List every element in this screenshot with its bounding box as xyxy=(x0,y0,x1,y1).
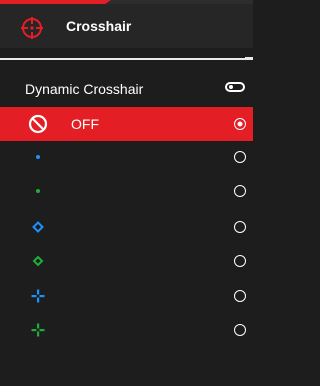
dynamic-crosshair-toggle[interactable] xyxy=(225,82,245,92)
diamond-crosshair-icon xyxy=(32,255,44,267)
diamond-crosshair-icon xyxy=(32,221,44,233)
radio-button[interactable] xyxy=(234,290,246,302)
header-divider xyxy=(0,58,253,60)
header-bar: Crosshair xyxy=(0,0,253,48)
accent-line xyxy=(0,0,253,4)
radio-button[interactable] xyxy=(234,151,246,163)
option-dot-blue[interactable] xyxy=(0,140,253,174)
dot-crosshair-icon xyxy=(36,189,40,193)
page-title: Crosshair xyxy=(66,18,132,34)
radio-dot xyxy=(237,121,243,127)
off-icon xyxy=(28,114,48,134)
cross-crosshair-icon xyxy=(31,289,45,303)
toggle-knob xyxy=(229,85,233,89)
option-off-label: OFF xyxy=(71,116,99,132)
option-cross-green[interactable] xyxy=(0,313,253,347)
option-off[interactable]: OFF xyxy=(0,107,253,141)
radio-button[interactable] xyxy=(234,185,246,197)
option-dot-green[interactable] xyxy=(0,174,253,208)
radio-selected[interactable] xyxy=(234,118,246,130)
crosshair-icon xyxy=(21,17,43,39)
cross-crosshair-icon xyxy=(31,323,45,337)
dot-crosshair-icon xyxy=(36,155,40,159)
radio-button[interactable] xyxy=(234,255,246,267)
radio-button[interactable] xyxy=(234,324,246,336)
option-cross-blue[interactable] xyxy=(0,279,253,313)
dynamic-crosshair-row[interactable]: Dynamic Crosshair xyxy=(0,76,253,102)
dynamic-crosshair-label: Dynamic Crosshair xyxy=(25,81,144,97)
option-diamond-blue[interactable] xyxy=(0,210,253,244)
option-diamond-green[interactable] xyxy=(0,244,253,278)
radio-button[interactable] xyxy=(234,221,246,233)
